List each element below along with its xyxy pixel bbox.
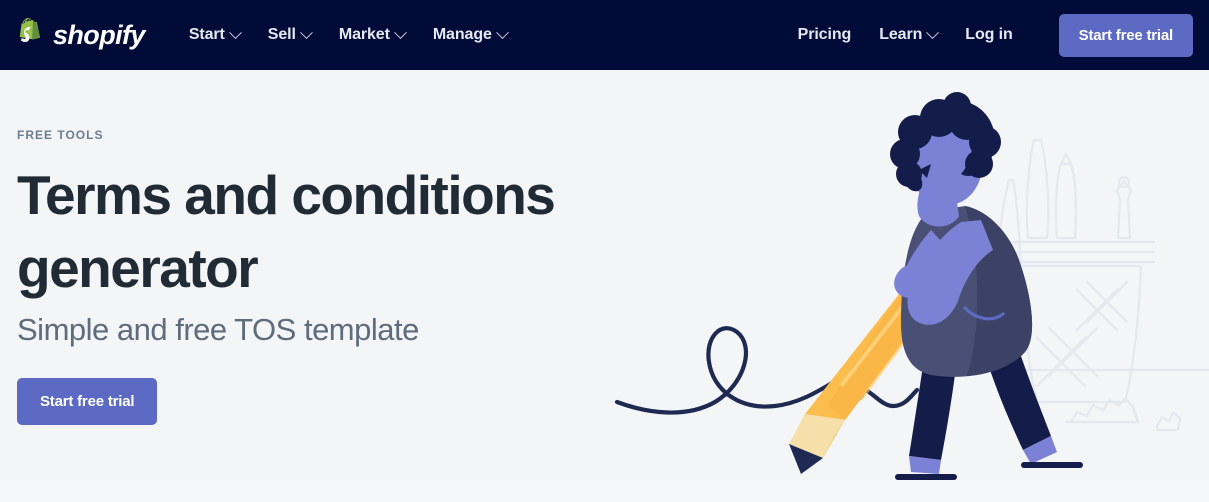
nav-item-pricing-label: Pricing [797,26,852,43]
nav-item-market[interactable]: Market [338,25,407,44]
chevron-down-icon [299,25,313,39]
shopify-wordmark: shopify [53,19,145,50]
primary-navigation: Start Sell Market Manage [188,25,509,44]
nav-item-pricing[interactable]: Pricing [798,26,852,44]
hero-copy: FREE TOOLS Terms and conditions generato… [17,128,637,426]
nav-item-market-label: Market [338,26,390,43]
nav-item-manage[interactable]: Manage [432,25,509,44]
header-start-free-trial-button[interactable]: Start free trial [1058,13,1193,57]
nav-item-log-in[interactable]: Log in [965,26,1012,44]
nav-item-start[interactable]: Start [188,25,242,44]
chevron-down-icon [393,25,407,39]
nav-item-manage-label: Manage [432,26,492,43]
hero-subtitle: Simple and free TOS template [17,312,419,348]
nav-item-start-label: Start [188,26,225,43]
chevron-down-icon [495,25,509,39]
secondary-navigation: Pricing Learn Log in Start free trial [798,13,1193,57]
hero-illustration [609,70,1209,502]
chevron-down-icon [228,25,242,39]
hero-start-free-trial-button[interactable]: Start free trial [17,378,158,426]
hero-eyebrow: FREE TOOLS [17,128,104,142]
chevron-down-icon [926,25,940,39]
nav-item-sell[interactable]: Sell [267,25,313,44]
hero-bottom-band [0,480,1209,502]
shopify-bag-icon [16,18,46,52]
shopify-free-tools-landing-page: shopify Start Sell Market Manage Pricing… [0,0,1209,502]
nav-item-log-in-label: Log in [965,26,1013,43]
nav-item-learn[interactable]: Learn [879,25,940,44]
page-title: Terms and conditions generator [17,164,556,300]
shopify-logo[interactable]: shopify [16,18,145,52]
site-header: shopify Start Sell Market Manage Pricing… [0,0,1209,70]
hero-section: FREE TOOLS Terms and conditions generato… [0,70,1209,502]
nav-item-learn-label: Learn [879,26,923,43]
nav-item-sell-label: Sell [267,26,296,43]
